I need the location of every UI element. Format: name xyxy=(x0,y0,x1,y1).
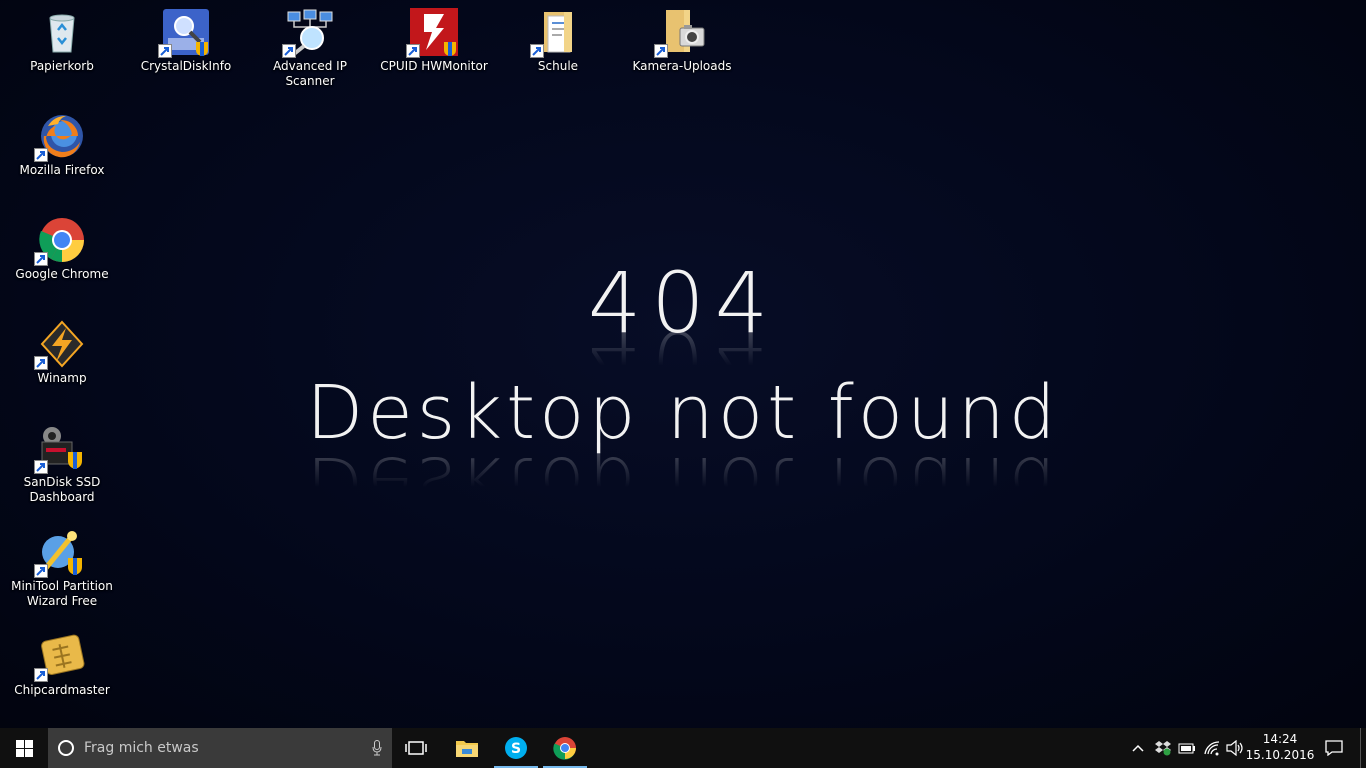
winamp-icon xyxy=(34,320,86,370)
desktop-icon-label: CrystalDiskInfo xyxy=(140,59,232,73)
partition-wizard-icon xyxy=(34,528,86,578)
desktop-icon-minitool-partition-wizard[interactable]: MiniTool Partition Wizard Free xyxy=(2,528,122,609)
taskbar-google-chrome[interactable] xyxy=(541,728,589,768)
desktop-icon-winamp[interactable]: Winamp xyxy=(2,320,122,386)
search-box[interactable]: Frag mich etwas xyxy=(48,728,392,768)
action-center-button[interactable] xyxy=(1316,728,1352,768)
shortcut-arrow-icon xyxy=(34,668,48,682)
taskbar-clock[interactable]: 14:24 15.10.2016 xyxy=(1244,728,1316,768)
desktop-icon-cpuid-hwmonitor[interactable]: CPUID HWMonitor xyxy=(374,8,494,74)
dropbox-icon xyxy=(1155,741,1171,756)
desktop-icon-label: Advanced IP Scanner xyxy=(273,59,347,88)
clock-date: 15.10.2016 xyxy=(1245,748,1315,762)
show-hidden-icons-button[interactable] xyxy=(1128,728,1148,768)
windows-logo-icon xyxy=(15,739,33,757)
wifi-icon xyxy=(1204,741,1220,756)
shortcut-arrow-icon xyxy=(282,44,296,58)
notification-icon xyxy=(1325,740,1343,756)
sandisk-dashboard-icon xyxy=(34,424,86,474)
desktop-icon-papierkorb[interactable]: Papierkorb xyxy=(2,8,122,74)
taskbar-skype[interactable]: S xyxy=(492,728,540,768)
desktop-icon-crystaldiskinfo[interactable]: CrystalDiskInfo xyxy=(126,8,246,74)
shortcut-arrow-icon xyxy=(34,356,48,370)
tray-network[interactable] xyxy=(1200,728,1224,768)
chipcard-icon xyxy=(34,632,86,682)
folder-shortcut-icon xyxy=(530,8,582,58)
desktop-icon-kamera-uploads[interactable]: Kamera-Uploads xyxy=(622,8,742,74)
desktop-icon-label: Kamera-Uploads xyxy=(632,59,732,73)
shortcut-arrow-icon xyxy=(158,44,172,58)
cortana-icon xyxy=(58,740,74,756)
shortcut-arrow-icon xyxy=(530,44,544,58)
hwmonitor-icon xyxy=(406,8,458,58)
desktop-icon-label: Schule xyxy=(537,59,579,73)
search-placeholder: Frag mich etwas xyxy=(84,740,199,756)
shortcut-arrow-icon xyxy=(34,148,48,162)
start-button[interactable] xyxy=(0,728,48,768)
desktop-icon-label: Google Chrome xyxy=(15,267,109,281)
shortcut-arrow-icon xyxy=(34,460,48,474)
chrome-icon xyxy=(34,216,86,266)
taskbar: Frag mich etwas S 14:24 15.10.2016 xyxy=(0,728,1366,768)
desktop-icon-advanced-ip-scanner[interactable]: Advanced IP Scanner xyxy=(250,8,370,89)
shortcut-arrow-icon xyxy=(654,44,668,58)
desktop[interactable]: 404 404 Desktop not found Desktop not fo… xyxy=(0,0,1366,728)
desktop-icon-label: CPUID HWMonitor xyxy=(380,59,488,73)
desktop-icon-label: SanDisk SSD Dashboard xyxy=(23,475,101,504)
show-desktop-button[interactable] xyxy=(1360,728,1366,768)
clock-time: 14:24 xyxy=(1262,732,1298,746)
chevron-up-icon xyxy=(1132,744,1144,752)
desktop-icon-sandisk-ssd-dashboard[interactable]: SanDisk SSD Dashboard xyxy=(2,424,122,505)
recycle-bin-icon xyxy=(38,8,86,56)
camera-folder-icon xyxy=(654,8,706,58)
skype-icon: S xyxy=(505,737,527,759)
desktop-icon-label: Mozilla Firefox xyxy=(19,163,105,177)
svg-text:S: S xyxy=(511,741,521,757)
task-view-icon xyxy=(405,741,427,755)
desktop-icon-label: Papierkorb xyxy=(30,59,94,73)
desktop-icon-label: MiniTool Partition Wizard Free xyxy=(11,579,113,608)
chrome-icon xyxy=(553,737,576,760)
desktop-icon-mozilla-firefox[interactable]: Mozilla Firefox xyxy=(2,112,122,178)
taskbar-file-explorer[interactable] xyxy=(443,728,491,768)
battery-icon xyxy=(1178,743,1195,754)
firefox-icon xyxy=(34,112,86,162)
desktop-icon-chipcardmaster[interactable]: Chipcardmaster xyxy=(2,632,122,698)
shortcut-arrow-icon xyxy=(406,44,420,58)
tray-dropbox[interactable] xyxy=(1152,728,1174,768)
desktop-icon-google-chrome[interactable]: Google Chrome xyxy=(2,216,122,282)
task-view-button[interactable] xyxy=(392,728,440,768)
desktop-icon-schule[interactable]: Schule xyxy=(498,8,618,74)
tray-volume[interactable] xyxy=(1224,728,1246,768)
shortcut-arrow-icon xyxy=(34,252,48,266)
speaker-icon xyxy=(1226,740,1243,756)
crystaldiskinfo-icon xyxy=(158,8,210,58)
tray-battery[interactable] xyxy=(1176,728,1198,768)
wallpaper-message-reflection: Desktop not found xyxy=(306,440,1060,526)
network-scanner-icon xyxy=(282,8,334,58)
file-explorer-icon xyxy=(456,741,478,757)
shortcut-arrow-icon xyxy=(34,564,48,578)
desktop-icon-label: Chipcardmaster xyxy=(14,683,110,697)
microphone-icon[interactable] xyxy=(362,740,392,756)
desktop-icon-label: Winamp xyxy=(37,371,87,385)
